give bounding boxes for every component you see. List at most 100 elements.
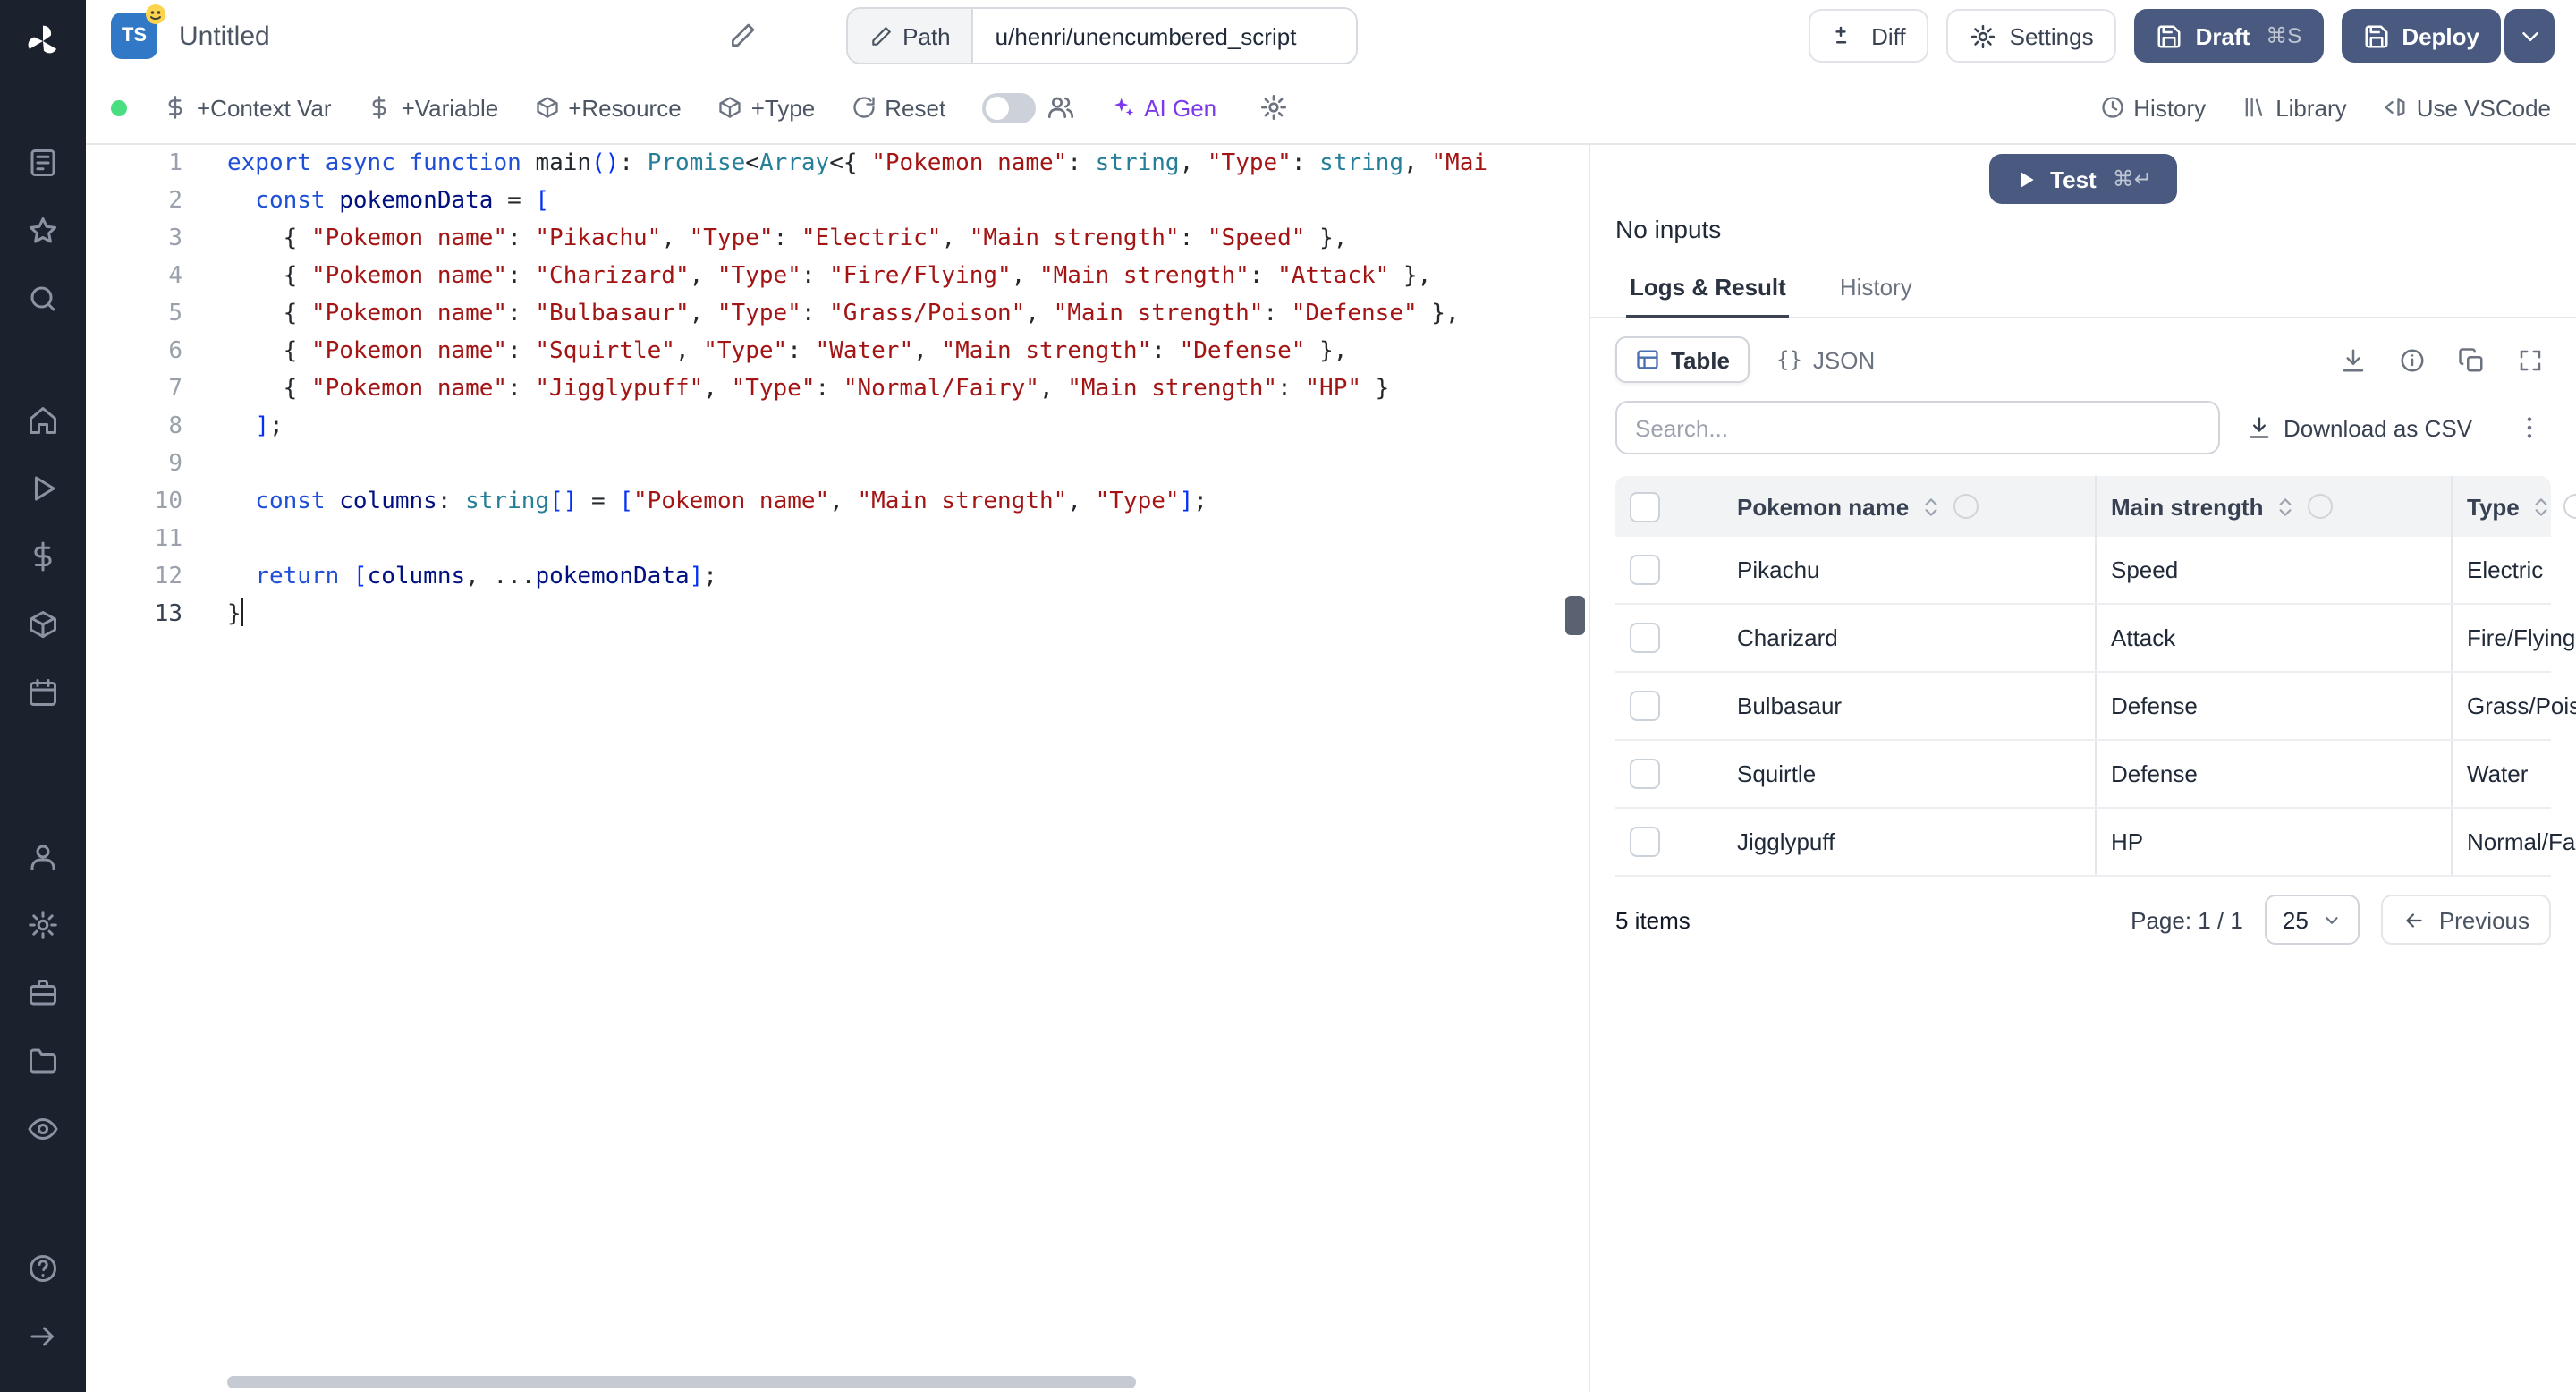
table-cell: HP <box>2095 808 2452 877</box>
code-editor[interactable]: 1 2 3 4 5 6 7 8 9 10 11 12 13 export async function … <box>86 145 1590 1392</box>
code-line[interactable]: return [columns, ...pokemonData]; <box>227 558 1589 596</box>
code-line[interactable]: } <box>227 596 1589 633</box>
chevron-down-icon <box>2521 31 2538 40</box>
code-line[interactable]: export async function main(): Promise<Ar… <box>227 145 1589 182</box>
use-vscode-label: Use VSCode <box>2416 94 2551 121</box>
download-csv-button[interactable]: Download as CSV <box>2235 412 2483 443</box>
variables-icon[interactable] <box>13 526 73 587</box>
column-option-circle[interactable] <box>2563 494 2576 519</box>
schedules-icon[interactable] <box>13 662 73 723</box>
diff-button[interactable]: Diff <box>1809 9 1929 63</box>
expand-icon[interactable] <box>2510 339 2551 380</box>
sort-icon[interactable] <box>1919 495 1943 518</box>
search-icon[interactable] <box>13 268 73 329</box>
pencil-icon <box>871 26 890 45</box>
edit-path-button[interactable]: Path <box>847 9 974 63</box>
runs-icon[interactable] <box>13 458 73 519</box>
add-type-button[interactable]: +Type <box>717 94 815 121</box>
diff-icon <box>1835 25 1847 43</box>
row-checkbox[interactable] <box>1630 759 1660 790</box>
save-icon <box>2364 24 2387 47</box>
table-cell: Pikachu <box>1723 537 2096 605</box>
resources-icon[interactable] <box>13 594 73 655</box>
settings-gear-icon[interactable] <box>13 895 73 955</box>
users-icon <box>1047 97 1073 118</box>
tab-logs-result[interactable]: Logs & Result <box>1626 258 1790 318</box>
code-line[interactable]: { "Pokemon name": "Squirtle", "Type": "W… <box>227 333 1589 370</box>
deploy-button[interactable]: Deploy <box>2341 9 2501 63</box>
download-icon <box>2249 417 2268 438</box>
multiplayer-toggle[interactable] <box>981 92 1036 123</box>
audit-eye-icon[interactable] <box>13 1099 73 1159</box>
table-row: BulbasaurDefenseGrass/Poison <box>1615 672 2576 741</box>
horizontal-scrollbar[interactable] <box>227 1376 1136 1388</box>
code-line[interactable]: const columns: string[] = ["Pokemon name… <box>227 483 1589 521</box>
table-cell: Fire/Flying <box>2451 604 2575 673</box>
apps-icon[interactable] <box>13 132 73 193</box>
draft-button[interactable]: Draft ⌘S <box>2134 9 2324 63</box>
script-title: Untitled <box>179 21 270 51</box>
workers-icon[interactable] <box>13 963 73 1023</box>
row-checkbox[interactable] <box>1630 555 1660 586</box>
column-option-circle[interactable] <box>2308 494 2334 519</box>
add-variable-button[interactable]: +Variable <box>368 94 498 121</box>
editor-settings-gear-icon[interactable] <box>1252 86 1295 129</box>
copy-icon[interactable] <box>2451 339 2492 380</box>
sort-icon[interactable] <box>2274 495 2297 518</box>
chevron-down-icon <box>2326 916 2339 923</box>
column-option-circle[interactable] <box>1953 494 1979 519</box>
code-line[interactable]: { "Pokemon name": "Charizard", "Type": "… <box>227 258 1589 295</box>
deploy-label: Deploy <box>2402 22 2479 49</box>
ai-gen-button[interactable]: AI Gen <box>1110 94 1216 121</box>
test-button[interactable]: Test ⌘↵ <box>1989 154 2177 204</box>
view-table-button[interactable]: Table <box>1615 336 1750 383</box>
star-icon[interactable] <box>13 200 73 261</box>
expand-sidebar-icon[interactable] <box>13 1306 73 1367</box>
folders-icon[interactable] <box>13 1031 73 1091</box>
row-checkbox[interactable] <box>1630 691 1660 722</box>
library-button[interactable]: Library <box>2241 94 2347 121</box>
deploy-dropdown-button[interactable] <box>2504 9 2555 63</box>
table-cell: Defense <box>2095 740 2452 809</box>
diff-label: Diff <box>1871 22 1906 49</box>
code-line[interactable]: { "Pokemon name": "Jigglypuff", "Type": … <box>227 370 1589 408</box>
help-icon[interactable] <box>13 1238 73 1299</box>
line-number: 7 <box>168 376 182 403</box>
tab-history[interactable]: History <box>1836 258 1916 318</box>
code-line[interactable]: const pokemonData = [ <box>227 182 1589 220</box>
refresh-icon <box>852 97 874 118</box>
sort-icon[interactable] <box>2530 495 2554 518</box>
edit-title-pencil-icon[interactable] <box>720 14 763 57</box>
code-line[interactable]: { "Pokemon name": "Pikachu", "Type": "El… <box>227 220 1589 258</box>
kebab-menu-icon[interactable] <box>2508 406 2551 449</box>
reset-button[interactable]: Reset <box>851 94 945 121</box>
code-line[interactable] <box>227 446 1589 483</box>
add-resource-button[interactable]: +Resource <box>534 94 682 121</box>
home-icon[interactable] <box>13 390 73 451</box>
download-result-icon[interactable] <box>2333 339 2374 380</box>
search-input[interactable] <box>1615 401 2220 454</box>
select-all-checkbox[interactable] <box>1630 491 1660 522</box>
settings-button[interactable]: Settings <box>1946 9 2117 63</box>
view-json-button[interactable]: {} JSON <box>1757 336 1894 383</box>
code-line[interactable] <box>227 521 1589 558</box>
page-size-select[interactable]: 25 <box>2264 895 2360 945</box>
table-cell: Normal/Fairy <box>2451 808 2576 877</box>
add-context-var-button[interactable]: +Context Var <box>163 94 332 121</box>
arrow-left-icon <box>2407 912 2423 927</box>
use-vscode-button[interactable]: Use VSCode <box>2383 94 2551 121</box>
history-button[interactable]: History <box>2099 94 2206 121</box>
view-json-label: JSON <box>1812 346 1876 373</box>
dollar-icon <box>373 96 387 119</box>
path-value[interactable]: u/henri/unencumbered_script <box>973 9 1357 63</box>
code-content[interactable]: export async function main(): Promise<Ar… <box>211 145 1589 633</box>
previous-page-button[interactable]: Previous <box>2381 895 2551 945</box>
code-line[interactable]: { "Pokemon name": "Bulbasaur", "Type": "… <box>227 295 1589 333</box>
code-line[interactable]: ]; <box>227 408 1589 446</box>
row-checkbox[interactable] <box>1630 827 1660 858</box>
row-checkbox[interactable] <box>1630 623 1660 654</box>
info-icon[interactable] <box>2392 339 2433 380</box>
column-header: Main strength <box>2095 476 2452 537</box>
windmill-logo-icon[interactable] <box>20 18 66 64</box>
user-icon[interactable] <box>13 827 73 887</box>
